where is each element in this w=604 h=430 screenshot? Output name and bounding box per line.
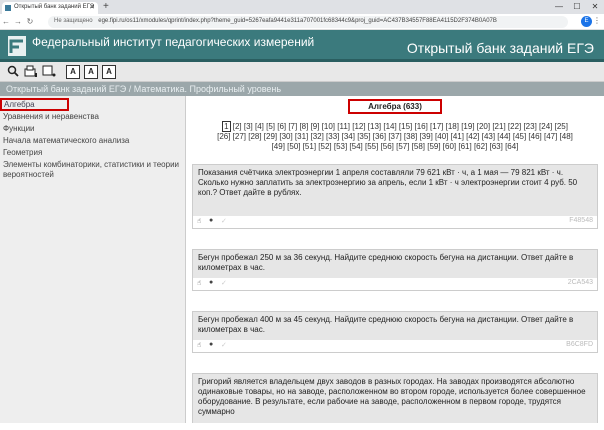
category-title: Алгебра (633) <box>348 99 442 114</box>
hand-pointer-icon[interactable]: ☝ <box>197 279 201 287</box>
close-window-button[interactable]: ✕ <box>586 0 604 14</box>
sidebar-item-algebra[interactable]: Алгебра <box>0 98 69 111</box>
info-icon[interactable]: ● <box>209 279 213 286</box>
maximize-button[interactable]: ☐ <box>568 0 586 14</box>
tab-title: Открытый банк заданий ЕГЭ <box>14 4 95 10</box>
reload-icon[interactable]: ↻ <box>24 17 36 26</box>
task-card: Показания счётчика электроэнергии 1 апре… <box>192 164 598 229</box>
sidebar: Алгебра Уравнения и неравенства Функции … <box>0 96 186 423</box>
current-page: 1 <box>222 121 231 132</box>
check-icon[interactable]: ✓ <box>221 217 227 225</box>
toolbar: A A A <box>0 62 604 82</box>
org-name: Федеральный институт педагогических изме… <box>32 35 315 49</box>
url-field[interactable]: Не защищено ege.fipi.ru/os11/xmodules/qp… <box>48 16 568 28</box>
breadcrumb: Открытый банк заданий ЕГЭ / Математика. … <box>0 82 604 96</box>
font-size-small-button[interactable]: A <box>66 64 80 79</box>
insecure-label: Не защищено <box>54 18 93 24</box>
address-bar-row: ← → ↻ Не защищено ege.fipi.ru/os11/xmodu… <box>0 14 604 30</box>
font-size-large-button[interactable]: A <box>102 64 116 79</box>
main-panel: Алгебра (633) 1 [2] [3] [4] [5] [6] [7] … <box>186 96 604 423</box>
sidebar-item-geometry[interactable]: Геометрия <box>0 147 185 159</box>
search-icon[interactable] <box>6 65 20 79</box>
page-links-line2[interactable]: [26] [27] [28] [29] [30] [31] [32] [33] … <box>194 132 596 142</box>
browser-tab-strip: Открытый банк заданий ЕГЭ ✕ + — ☐ ✕ <box>0 0 604 14</box>
browser-menu-icon[interactable]: ⋮ <box>593 16 601 25</box>
bank-name: Открытый банк заданий ЕГЭ <box>406 40 594 56</box>
site-header: Федеральный институт педагогических изме… <box>0 30 604 62</box>
fipi-logo-icon <box>8 36 26 56</box>
task-code: F48548 <box>569 217 593 224</box>
page-links-line3[interactable]: [49] [50] [51] [52] [53] [54] [55] [56] … <box>194 142 596 152</box>
page-links-line1[interactable]: [2] [3] [4] [5] [6] [7] [8] [9] [10] [11… <box>233 122 568 131</box>
sidebar-item-functions[interactable]: Функции <box>0 123 185 135</box>
url-text: ege.fipi.ru/os11/xmodules/qprint/index.p… <box>98 18 497 24</box>
hand-pointer-icon[interactable]: ☝ <box>197 217 201 225</box>
hand-pointer-icon[interactable]: ☝ <box>197 341 201 349</box>
tab-close-icon[interactable]: ✕ <box>89 3 95 11</box>
pagination: 1 [2] [3] [4] [5] [6] [7] [8] [9] [10] [… <box>194 121 596 152</box>
check-icon[interactable]: ✓ <box>221 279 227 287</box>
back-icon[interactable]: ← <box>0 17 12 26</box>
check-icon[interactable]: ✓ <box>221 341 227 349</box>
task-text: Бегун пробежал 400 м за 45 секунд. Найди… <box>193 312 597 340</box>
task-footer: ☝ ● ✓ 2CA543 <box>193 278 597 290</box>
window-controls: — ☐ ✕ <box>550 0 604 14</box>
sidebar-item-calculus[interactable]: Начала математического анализа <box>0 135 185 147</box>
info-icon[interactable]: ● <box>209 341 213 348</box>
category-title-box: Алгебра (633) <box>192 99 598 114</box>
content-area: Алгебра Уравнения и неравенства Функции … <box>0 96 604 423</box>
task-card: Григорий является владельцем двух заводо… <box>192 373 598 423</box>
task-card: Бегун пробежал 400 м за 45 секунд. Найди… <box>192 311 598 353</box>
info-icon[interactable]: ● <box>209 217 213 224</box>
task-card: Бегун пробежал 250 м за 36 секунд. Найди… <box>192 249 598 291</box>
task-text: Бегун пробежал 250 м за 36 секунд. Найди… <box>193 250 597 278</box>
font-size-medium-button[interactable]: A <box>84 64 98 79</box>
task-footer: ☝ ● ✓ B6C8FD <box>193 340 597 352</box>
sidebar-item-combinatorics[interactable]: Элементы комбинаторики, статистики и тео… <box>0 159 185 181</box>
browser-tab[interactable]: Открытый банк заданий ЕГЭ ✕ <box>2 2 98 14</box>
profile-avatar[interactable]: E <box>581 16 592 27</box>
task-code: 2CA543 <box>567 279 593 286</box>
print-icon[interactable] <box>24 65 38 79</box>
minimize-button[interactable]: — <box>550 0 568 14</box>
forward-icon[interactable]: → <box>12 17 24 26</box>
sidebar-item-equations[interactable]: Уравнения и неравенства <box>0 111 185 123</box>
task-text: Показания счётчика электроэнергии 1 апре… <box>193 165 597 216</box>
task-footer: ☝ ● ✓ F48548 <box>193 216 597 228</box>
image-icon[interactable] <box>42 65 56 79</box>
task-text: Григорий является владельцем двух заводо… <box>193 374 597 423</box>
new-tab-button[interactable]: + <box>103 1 109 12</box>
site-favicon-icon <box>5 5 11 11</box>
task-code: B6C8FD <box>566 341 593 348</box>
